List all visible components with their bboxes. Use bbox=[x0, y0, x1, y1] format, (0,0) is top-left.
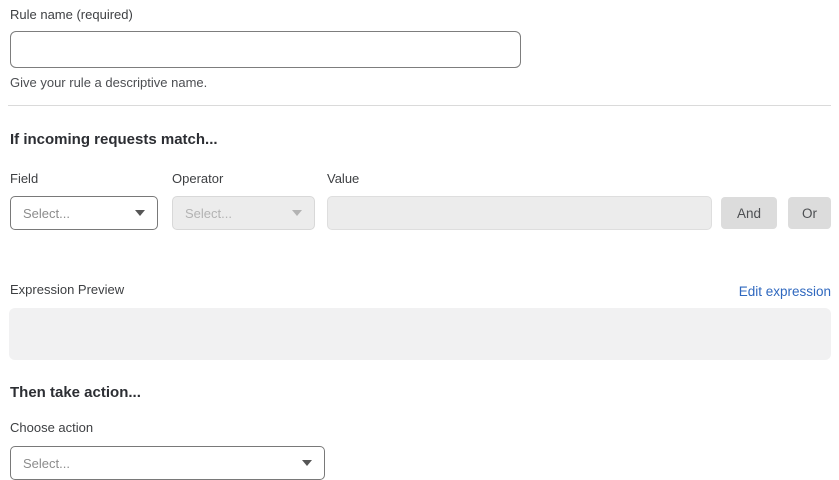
operator-select: Select... bbox=[172, 196, 315, 230]
field-select-value: Select... bbox=[23, 206, 70, 221]
expression-preview-box bbox=[9, 308, 831, 360]
value-label: Value bbox=[327, 170, 712, 188]
edit-expression-link[interactable]: Edit expression bbox=[739, 284, 831, 299]
chevron-down-icon bbox=[135, 210, 145, 216]
value-column: Value bbox=[327, 170, 712, 230]
expression-preview-header: Expression Preview Edit expression bbox=[10, 281, 831, 299]
rule-name-helper: Give your rule a descriptive name. bbox=[10, 75, 831, 90]
action-section-heading: Then take action... bbox=[10, 384, 831, 402]
field-label: Field bbox=[10, 170, 158, 188]
chevron-down-icon bbox=[302, 460, 312, 466]
value-input bbox=[327, 196, 712, 230]
choose-action-select-value: Select... bbox=[23, 456, 70, 471]
choose-action-select[interactable]: Select... bbox=[10, 446, 325, 480]
rule-name-label: Rule name (required) bbox=[10, 7, 133, 22]
and-button[interactable]: And bbox=[721, 197, 777, 229]
condition-row: Field Select... Operator Select... Value… bbox=[10, 170, 831, 230]
match-section-heading: If incoming requests match... bbox=[10, 131, 831, 149]
rule-form: Rule name (required) Give your rule a de… bbox=[0, 0, 839, 473]
field-select[interactable]: Select... bbox=[10, 196, 158, 230]
or-button[interactable]: Or bbox=[788, 197, 831, 229]
expression-preview-label: Expression Preview bbox=[10, 281, 124, 299]
field-column: Field Select... bbox=[10, 170, 158, 230]
chevron-down-icon bbox=[292, 210, 302, 216]
choose-action-label: Choose action bbox=[10, 419, 831, 437]
operator-label: Operator bbox=[172, 170, 315, 188]
operator-column: Operator Select... bbox=[172, 170, 315, 230]
rule-name-input[interactable] bbox=[10, 31, 521, 68]
rule-name-section: Rule name (required) Give your rule a de… bbox=[10, 6, 831, 90]
section-divider bbox=[8, 105, 831, 106]
operator-select-value: Select... bbox=[185, 206, 232, 221]
